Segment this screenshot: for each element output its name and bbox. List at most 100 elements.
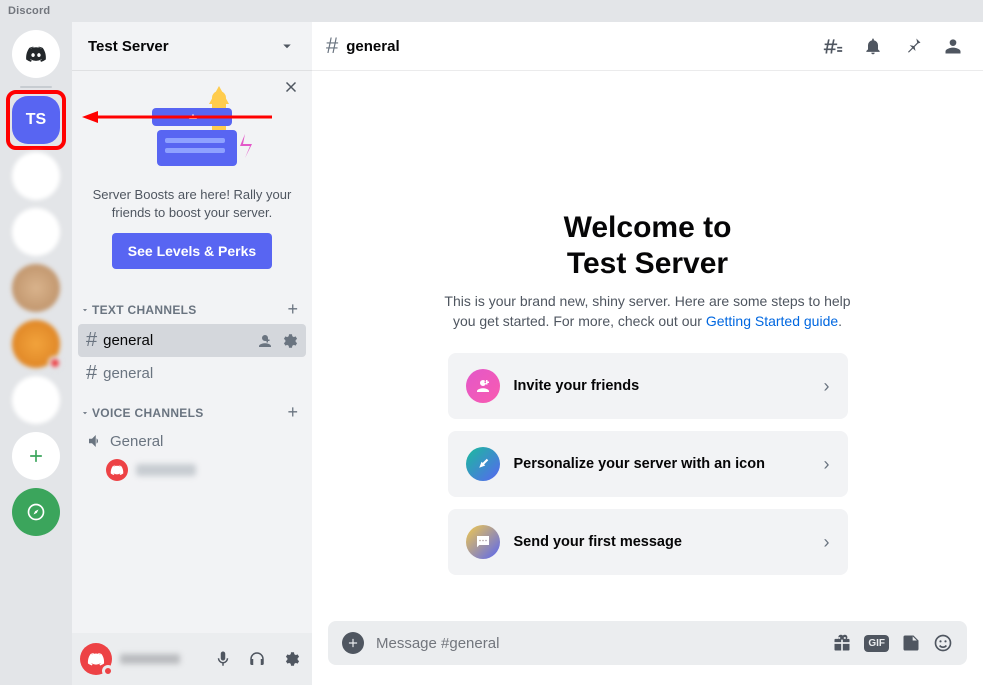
attach-button[interactable]	[342, 632, 364, 654]
server-test-server[interactable]: TS	[12, 96, 60, 144]
boost-levels-button[interactable]: See Levels & Perks	[112, 233, 272, 269]
voice-channel-general[interactable]: General	[78, 427, 306, 455]
card-first-message[interactable]: Send your first message ›	[448, 509, 848, 575]
welcome-subtitle: This is your brand new, shiny server. He…	[438, 292, 858, 331]
add-voice-channel-button[interactable]: +	[283, 402, 302, 423]
voice-user[interactable]	[78, 455, 306, 485]
speaker-icon	[86, 432, 104, 450]
server-name: Test Server	[88, 38, 169, 55]
members-icon	[943, 36, 963, 56]
add-server-button[interactable]	[12, 432, 60, 480]
discord-logo-icon	[25, 43, 47, 65]
notification-badge	[48, 356, 62, 370]
welcome-title: Welcome to Test Server	[564, 210, 732, 282]
chevron-down-icon	[80, 408, 90, 418]
card-label: Personalize your server with an icon	[514, 456, 810, 472]
channel-sidebar: Test Server Server Boosts are her	[72, 22, 312, 685]
main-content: # general Welcome to Test Server This is…	[312, 22, 983, 685]
boost-card: Server Boosts are here! Rally your frien…	[72, 70, 312, 287]
sticker-button[interactable]	[901, 633, 921, 653]
deafen-button[interactable]	[244, 646, 270, 672]
channel-general[interactable]: # general	[78, 324, 306, 357]
invite-icon[interactable]	[256, 332, 274, 350]
card-personalize-icon[interactable]: Personalize your server with an icon ›	[448, 431, 848, 497]
plus-icon	[346, 636, 360, 650]
category-toggle[interactable]: VOICE CHANNELS	[80, 406, 204, 420]
boost-illustration	[82, 86, 302, 176]
sticker-icon	[901, 633, 921, 653]
pin-icon	[903, 36, 923, 56]
first-message-icon	[466, 525, 500, 559]
self-username-redacted	[120, 654, 202, 664]
pinned-button[interactable]	[897, 36, 929, 56]
personalize-icon	[466, 447, 500, 481]
chevron-right-icon: ›	[824, 532, 830, 553]
mute-button[interactable]	[210, 646, 236, 672]
category-voice-channels: VOICE CHANNELS +	[78, 390, 306, 427]
welcome-area: Welcome to Test Server This is your bran…	[312, 70, 983, 621]
server-rail: TS	[0, 22, 72, 685]
rail-separator	[20, 86, 52, 88]
channel-name: general	[103, 332, 153, 349]
app-name: Discord	[8, 5, 50, 17]
notifications-button[interactable]	[857, 36, 889, 56]
channel-title: general	[346, 38, 399, 55]
user-panel	[72, 633, 312, 685]
emoji-icon	[933, 633, 953, 653]
channel-header: # general	[312, 22, 983, 70]
server-item[interactable]	[12, 376, 60, 424]
user-avatar-icon	[106, 459, 128, 481]
threads-button[interactable]	[817, 36, 849, 56]
user-settings-button[interactable]	[278, 646, 304, 672]
chevron-right-icon: ›	[824, 376, 830, 397]
bell-icon	[863, 36, 883, 56]
self-avatar[interactable]	[80, 643, 112, 675]
server-item[interactable]	[12, 320, 60, 368]
gif-button[interactable]: GIF	[864, 635, 889, 652]
channel-name: General	[110, 433, 163, 450]
hash-icon: #	[86, 329, 97, 352]
channels-list: TEXT CHANNELS + # general # general	[72, 287, 312, 633]
card-label: Invite your friends	[514, 378, 810, 394]
server-item[interactable]	[12, 208, 60, 256]
explore-button[interactable]	[12, 488, 60, 536]
message-composer: GIF	[328, 621, 967, 665]
gift-icon	[832, 633, 852, 653]
server-item[interactable]	[12, 152, 60, 200]
server-item[interactable]	[12, 264, 60, 312]
chevron-right-icon: ›	[824, 454, 830, 475]
boost-text: Server Boosts are here! Rally your frien…	[82, 186, 302, 221]
microphone-icon	[214, 650, 232, 668]
card-invite-friends[interactable]: Invite your friends ›	[448, 353, 848, 419]
channel-general-2[interactable]: # general	[78, 357, 306, 390]
hash-icon: #	[86, 362, 97, 385]
gear-icon	[282, 650, 300, 668]
close-boost-button[interactable]	[282, 78, 300, 96]
server-header[interactable]: Test Server	[72, 22, 312, 70]
add-text-channel-button[interactable]: +	[283, 299, 302, 320]
message-input[interactable]	[376, 635, 820, 652]
compass-icon	[26, 502, 46, 522]
card-label: Send your first message	[514, 534, 810, 550]
emoji-button[interactable]	[933, 633, 953, 653]
chevron-down-icon	[80, 305, 90, 315]
getting-started-link[interactable]: Getting Started guide	[706, 313, 838, 329]
close-icon	[282, 78, 300, 96]
invite-friends-icon	[466, 369, 500, 403]
gift-button[interactable]	[832, 633, 852, 653]
category-toggle[interactable]: TEXT CHANNELS	[80, 303, 197, 317]
gear-icon[interactable]	[280, 332, 298, 350]
category-text-channels: TEXT CHANNELS +	[78, 287, 306, 324]
members-button[interactable]	[937, 36, 969, 56]
chevron-down-icon	[278, 37, 296, 55]
status-dnd-icon	[102, 665, 114, 677]
title-bar: Discord	[0, 0, 983, 22]
threads-icon	[823, 36, 843, 56]
plus-icon	[26, 446, 46, 466]
server-abbrev: TS	[26, 111, 46, 129]
headphones-icon	[248, 650, 266, 668]
channel-name: general	[103, 365, 153, 382]
voice-user-name-redacted	[136, 464, 196, 476]
home-button[interactable]	[12, 30, 60, 78]
hash-icon: #	[326, 33, 338, 59]
